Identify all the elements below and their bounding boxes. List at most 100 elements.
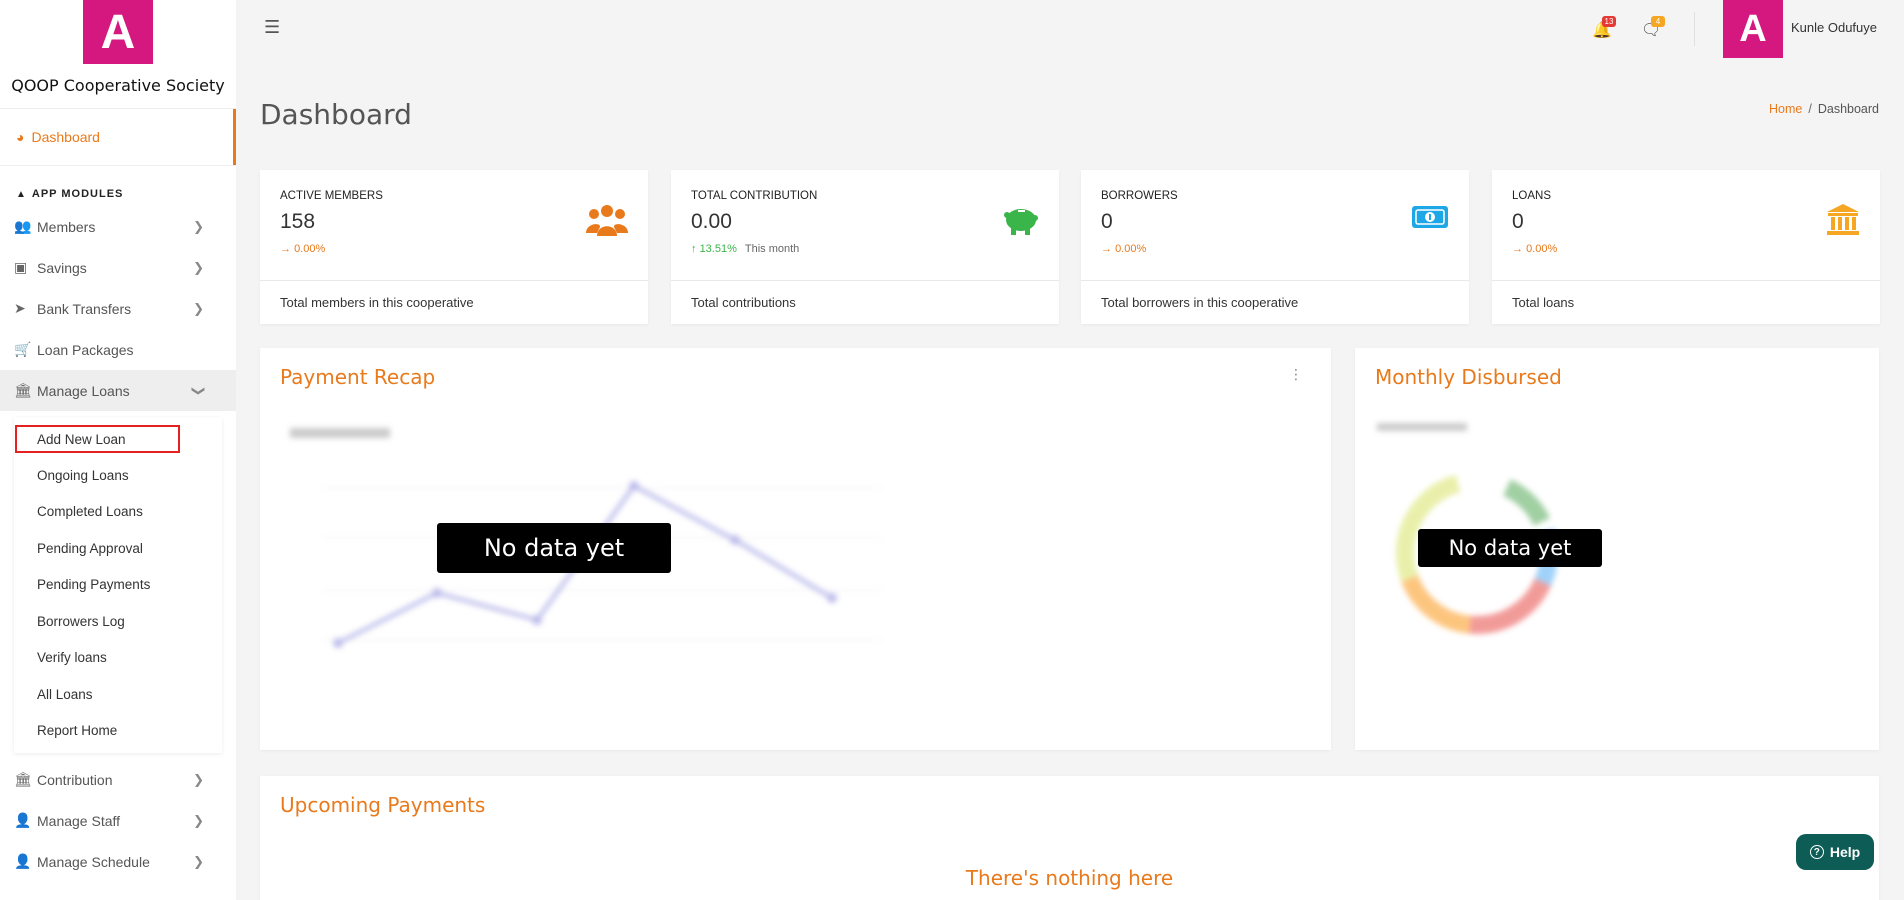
trend-note: This month [744,243,800,255]
arrow-right-icon: → [280,243,295,255]
chevron-right-icon: ❯ [193,259,204,275]
submenu-item-pending-payments[interactable]: Pending Payments [14,567,222,604]
breadcrumb-separator: / [1808,102,1812,116]
submenu-item-borrowers-log[interactable]: Borrowers Log [14,603,222,640]
sidebar-item-manage-schedule[interactable]: 👤 Manage Schedule ❯ [0,841,236,882]
sidebar-item-label: Bank Transfers [37,300,132,317]
help-button-label: Help [1829,844,1861,860]
stat-card-loans: LOANS 0 → 0.00% Total loans [1492,170,1880,324]
submenu-item-pending-approval[interactable]: Pending Approval [14,530,222,567]
money-bill-icon [1411,203,1449,236]
submenu-item-ongoing-loans[interactable]: Ongoing Loans [14,457,222,494]
trend-value: 0.00% [294,243,326,255]
user-icon: 👤 [14,853,32,869]
help-button[interactable]: ? Help [1796,834,1874,870]
stat-card-active-members: ACTIVE MEMBERS 158 → 0.00% Total members… [260,170,648,324]
paper-plane-icon: ➤ [14,300,26,316]
sidebar-item-label: Dashboard [31,129,100,145]
stat-footer: Total members in this cooperative [260,280,648,324]
sidebar-item-members[interactable]: 👥 Members ❯ [0,206,236,247]
no-data-label: No data yet [1418,529,1602,567]
sidebar-item-dashboard[interactable]: ◕ Dashboard [0,109,236,165]
bank-icon: 🏛 [14,771,32,787]
panel-title: Payment Recap [280,365,436,389]
notifications-count-badge: 13 [1602,16,1616,27]
sidebar-item-label: Manage Staff [37,812,121,829]
chevron-right-icon: ❯ [193,218,204,234]
stat-card-borrowers: BORROWERS 0 → 0.00% Total borrowers in t… [1081,170,1469,324]
trend-value: 13.51% [699,243,737,255]
sidebar-section-header: ▲ APP MODULES [0,166,236,206]
stat-trend: → 0.00% [1512,243,1557,255]
breadcrumb-current: Dashboard [1817,102,1879,116]
avatar[interactable]: A [1723,0,1783,58]
sidebar-item-label: Manage Schedule [37,853,150,870]
chevron-down-icon: ❯ [191,385,207,396]
sidebar-item-manage-staff[interactable]: 👤 Manage Staff ❯ [0,800,236,841]
submenu-item-verify-loans[interactable]: Verify loans [14,640,222,677]
notifications-bell-icon[interactable]: 🔔 13 [1592,16,1616,40]
section-label: APP MODULES [31,188,124,200]
no-data-label: No data yet [437,523,671,573]
submenu-item-all-loans[interactable]: All Loans [14,676,222,713]
arrow-up-icon: ↑ [691,243,700,255]
sidebar-item-bank-transfers[interactable]: ➤ Bank Transfers ❯ [0,288,236,329]
empty-state-message: There's nothing here [965,866,1174,890]
stat-trend: → 0.00% [1101,243,1146,255]
messages-icon[interactable]: 🗨 4 [1641,16,1665,40]
more-options-icon[interactable]: ⋮ [1289,366,1303,383]
panel-title: Upcoming Payments [280,793,486,817]
sidebar-item-savings[interactable]: ▣ Savings ❯ [0,247,236,288]
dashboard-icon: ◕ [16,129,25,145]
stat-footer: Total borrowers in this cooperative [1081,280,1469,324]
trend-value: 0.00% [1115,243,1147,255]
bank-icon [1826,203,1860,242]
trend-value: 0.00% [1526,243,1558,255]
sidebar-item-label: Savings [37,259,87,276]
monthly-disbursed-panel: Monthly Disbursed No data yet [1355,348,1879,750]
upcoming-payments-panel: Upcoming Payments There's nothing here [260,776,1879,900]
breadcrumb-home-link[interactable]: Home [1769,102,1802,116]
topbar: ☰ 🔔 13 🗨 4 A Kunle Odufuye [236,0,1904,58]
sidebar: A QOOP Cooperative Society ◕ Dashboard ▲… [0,0,236,900]
stat-footer: Total loans [1492,280,1880,324]
stat-label: LOANS [1512,190,1551,202]
panel-title: Monthly Disbursed [1375,365,1562,389]
chevron-right-icon: ❯ [193,853,204,869]
brand-logo[interactable]: A [83,0,153,64]
submenu-item-completed-loans[interactable]: Completed Loans [14,494,222,531]
piggy-bank-icon [1001,203,1039,242]
chevron-right-icon: ❯ [193,812,204,828]
stat-card-total-contribution: TOTAL CONTRIBUTION 0.00 ↑ 13.51% This mon… [671,170,1059,324]
brand: A QOOP Cooperative Society [0,0,236,108]
hamburger-menu-icon[interactable]: ☰ [264,17,280,38]
messages-count-badge: 4 [1651,16,1665,27]
sidebar-item-label: Contribution [37,771,113,788]
sidebar-item-label: Manage Loans [37,382,130,399]
sidebar-item-loan-packages[interactable]: 🛒 Loan Packages [0,329,236,370]
stat-footer: Total contributions [671,280,1059,324]
sidebar-item-manage-loans[interactable]: 🏛 Manage Loans ❯ [0,370,236,411]
sidebar-item-label: Loan Packages [37,341,134,358]
stat-value: 0 [1101,210,1113,233]
arrow-right-icon: → [1101,243,1116,255]
stat-trend: ↑ 13.51% This month [691,243,799,255]
users-icon [586,203,628,242]
submenu-item-report-home[interactable]: Report Home [14,713,222,750]
brand-name: QOOP Cooperative Society [11,76,225,95]
user-name[interactable]: Kunle Odufuye [1791,20,1877,35]
page-title: Dashboard [260,98,412,131]
stat-label: BORROWERS [1101,190,1178,202]
cart-icon: 🛒 [14,341,32,357]
chevron-right-icon: ❯ [193,771,204,787]
sidebar-item-contribution[interactable]: 🏛 Contribution ❯ [0,759,236,800]
stat-label: TOTAL CONTRIBUTION [691,190,818,202]
arrow-right-icon: → [1512,243,1527,255]
manage-loans-submenu: Add New Loan Ongoing Loans Completed Loa… [14,417,222,753]
divider [1694,12,1695,46]
chevron-right-icon: ❯ [193,300,204,316]
bell-icon: ▲ [16,189,27,200]
submenu-item-add-new-loan[interactable]: Add New Loan [15,425,180,453]
user-icon: 👤 [14,812,32,828]
breadcrumb: Home / Dashboard [1769,102,1879,116]
